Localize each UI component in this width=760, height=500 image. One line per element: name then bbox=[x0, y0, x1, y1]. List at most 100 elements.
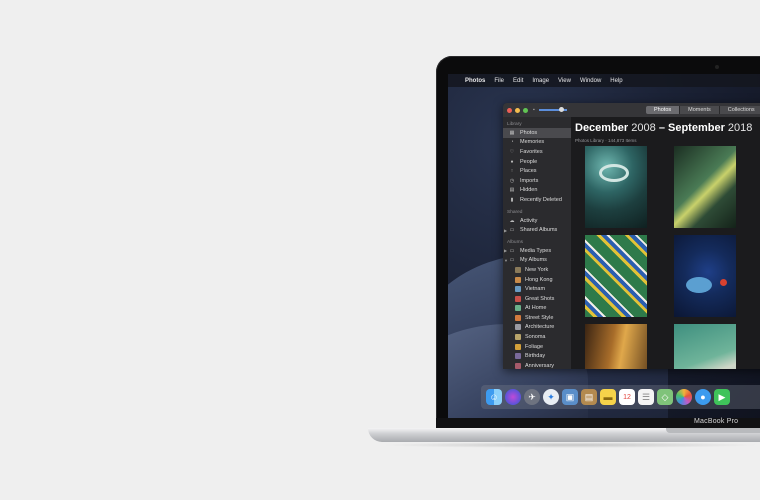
album-new-york[interactable]: New York bbox=[503, 265, 571, 275]
album-label: Birthday bbox=[525, 353, 546, 360]
zoom-button[interactable] bbox=[523, 107, 528, 113]
sidebar-item-media-types[interactable]: ▶ ▭ Media Types bbox=[503, 246, 571, 256]
sidebar-item-label: Shared Albums bbox=[520, 227, 558, 234]
minimize-button[interactable] bbox=[515, 107, 520, 113]
menu-help[interactable]: Help bbox=[610, 78, 622, 84]
album-thumbnail bbox=[515, 324, 521, 331]
pin-icon: ↑ bbox=[510, 168, 514, 175]
photo-thumbnail[interactable] bbox=[674, 235, 736, 317]
photo-thumbnail[interactable] bbox=[585, 324, 647, 369]
camera bbox=[715, 65, 719, 69]
close-button[interactable] bbox=[507, 107, 512, 113]
notes-icon[interactable]: ▬ bbox=[600, 389, 616, 405]
facetime-icon[interactable]: ▶ bbox=[714, 389, 730, 405]
sidebar-item-memories[interactable]: ◔ Memories bbox=[503, 138, 571, 148]
album-street-style[interactable]: Street Style bbox=[503, 313, 571, 323]
sidebar-item-label: My Albums bbox=[520, 257, 547, 264]
menu-image[interactable]: Image bbox=[532, 78, 549, 84]
sidebar-item-my-albums[interactable]: ▼ ▭ My Albums bbox=[503, 256, 571, 266]
disclosure-arrow-icon[interactable]: ▶ bbox=[504, 248, 507, 253]
album-label: Vietnam bbox=[525, 286, 546, 293]
reminders-icon[interactable]: ☰ bbox=[638, 389, 654, 405]
lid-notch bbox=[666, 428, 760, 433]
album-anniversary[interactable]: Anniversary bbox=[503, 361, 571, 369]
title-year-end: 2018 bbox=[727, 122, 753, 134]
person-icon: ● bbox=[510, 158, 514, 165]
view-tabs: Photos Moments Collections bbox=[646, 106, 760, 114]
title-bar: ▪ Photos Moments Collections bbox=[503, 103, 760, 117]
album-hong-kong[interactable]: Hong Kong bbox=[503, 275, 571, 285]
photo-thumbnail[interactable] bbox=[674, 146, 736, 228]
photos-grid-icon: ▦ bbox=[509, 129, 515, 136]
album-sonoma[interactable]: Sonoma bbox=[503, 332, 571, 342]
photo-thumbnail[interactable] bbox=[674, 324, 736, 369]
sidebar-item-label: People bbox=[520, 158, 538, 165]
title-month-end: September bbox=[668, 122, 725, 134]
sidebar-item-hidden[interactable]: ▤ Hidden bbox=[503, 186, 571, 196]
sidebar-item-people[interactable]: ● People bbox=[503, 157, 571, 167]
album-thumbnail bbox=[515, 314, 521, 321]
zoom-slider-knob[interactable] bbox=[559, 107, 564, 112]
menu-edit[interactable]: Edit bbox=[513, 78, 523, 84]
sidebar-item-label: Places bbox=[520, 168, 537, 175]
album-thumbnail bbox=[515, 362, 521, 369]
sidebar-item-label: Hidden bbox=[520, 187, 538, 194]
photos-icon[interactable] bbox=[676, 389, 692, 405]
disclosure-arrow-open-icon[interactable]: ▼ bbox=[504, 258, 508, 263]
tab-collections[interactable]: Collections bbox=[718, 106, 760, 114]
photo-detail bbox=[686, 277, 712, 293]
sidebar-item-activity[interactable]: ☁ Activity bbox=[503, 216, 571, 226]
menu-file[interactable]: File bbox=[494, 78, 504, 84]
sidebar-item-label: Memories bbox=[520, 139, 545, 146]
menu-app-name[interactable]: Photos bbox=[465, 78, 485, 84]
launchpad-icon[interactable]: ✈ bbox=[524, 389, 540, 405]
title-year-start: 2008 bbox=[631, 122, 656, 134]
title-month-start: December bbox=[575, 122, 629, 134]
memories-icon: ◔ bbox=[510, 139, 514, 146]
album-at-home[interactable]: At Home bbox=[503, 304, 571, 314]
sidebar-item-recently-deleted[interactable]: ▮ Recently Deleted bbox=[503, 195, 571, 205]
sidebar-item-photos[interactable]: ▦ Photos bbox=[503, 128, 571, 138]
sidebar-section-albums: Albums bbox=[507, 239, 523, 245]
library-subtitle: Photos Library · 144,873 Items bbox=[575, 138, 637, 143]
album-thumbnail bbox=[515, 276, 521, 283]
folder-icon: ▭ bbox=[509, 247, 515, 254]
tab-photos[interactable]: Photos bbox=[646, 106, 680, 114]
album-label: Foliage bbox=[525, 343, 544, 350]
siri-icon[interactable] bbox=[505, 389, 521, 405]
photo-thumbnail[interactable] bbox=[585, 235, 647, 317]
sidebar-item-favorites[interactable]: ♡ Favorites bbox=[503, 147, 571, 157]
disclosure-arrow-icon[interactable]: ▶ bbox=[504, 228, 507, 233]
album-great-shots[interactable]: Great Shots bbox=[503, 294, 571, 304]
preview-icon[interactable]: ▣ bbox=[562, 389, 578, 405]
menu-window[interactable]: Window bbox=[580, 78, 601, 84]
album-thumbnail bbox=[515, 353, 521, 360]
sidebar-section-shared: Shared bbox=[507, 209, 523, 215]
finder-icon[interactable]: ☺ bbox=[486, 389, 502, 405]
photo-thumbnail[interactable] bbox=[585, 146, 647, 228]
messages-icon[interactable]: ● bbox=[695, 389, 711, 405]
photo-grid-area: December 2008 – September 2018 Photos Li… bbox=[571, 117, 760, 369]
sidebar-item-places[interactable]: ↑ Places bbox=[503, 166, 571, 176]
safari-icon[interactable]: ✦ bbox=[543, 389, 559, 405]
tab-moments[interactable]: Moments bbox=[679, 106, 719, 114]
photos-window: ▪ Photos Moments Collections Library ▦ Ph… bbox=[503, 103, 760, 369]
album-foliage[interactable]: Foliage bbox=[503, 342, 571, 352]
album-architecture[interactable]: Architecture bbox=[503, 323, 571, 333]
maps-icon[interactable]: ◇ bbox=[657, 389, 673, 405]
album-label: Anniversary bbox=[525, 362, 555, 369]
sidebar-item-shared-albums[interactable]: ▶ ▭ Shared Albums bbox=[503, 225, 571, 235]
album-vietnam[interactable]: Vietnam bbox=[503, 284, 571, 294]
sidebar: Library ▦ Photos ◔ Memories ♡ Favorites ● Pe… bbox=[503, 117, 571, 369]
album-label: Street Style bbox=[525, 314, 554, 321]
notefile-icon[interactable]: ▤ bbox=[581, 389, 597, 405]
dock: ☺ ✈ ✦ ▣ ▤ ▬ 12 ☰ ◇ ● ▶ bbox=[481, 385, 760, 409]
album-label: Sonoma bbox=[525, 334, 546, 341]
album-label: Hong Kong bbox=[525, 276, 553, 283]
calendar-icon[interactable]: 12 bbox=[619, 389, 635, 405]
menu-view[interactable]: View bbox=[558, 78, 571, 84]
sidebar-item-imports[interactable]: ◷ Imports bbox=[503, 176, 571, 186]
album-birthday[interactable]: Birthday bbox=[503, 351, 571, 361]
page-title: December 2008 – September 2018 bbox=[575, 122, 752, 134]
title-dash: – bbox=[658, 122, 665, 134]
